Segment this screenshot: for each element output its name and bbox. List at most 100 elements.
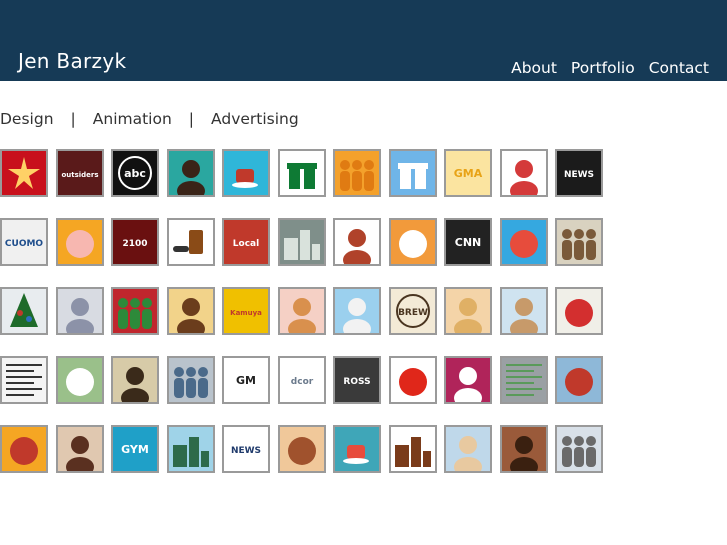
plant-sketch-image: [58, 358, 102, 402]
brewing-label-image: BREW: [391, 289, 435, 333]
pills-image: [169, 220, 213, 264]
cuomo-case-thumb[interactable]: CUOMO: [0, 218, 48, 266]
yoga-image: [335, 289, 379, 333]
woman-phone-thumb[interactable]: [333, 218, 381, 266]
coffee-cup-image: [224, 151, 268, 195]
news-video-thumb[interactable]: NEWS: [555, 149, 603, 197]
news-logo-thumb[interactable]: NEWS: [222, 425, 270, 473]
cnn-logo-thumb[interactable]: CNN: [444, 218, 492, 266]
nav-about[interactable]: About: [511, 59, 557, 77]
blonde-woman-thumb[interactable]: [444, 287, 492, 335]
map-thumb[interactable]: [500, 356, 548, 404]
spaghetti-thumb[interactable]: [0, 425, 48, 473]
afro-woman-thumb[interactable]: [167, 149, 215, 197]
clock-woman-thumb[interactable]: [444, 356, 492, 404]
pills-thumb[interactable]: [167, 218, 215, 266]
newspaper-thumb[interactable]: [0, 356, 48, 404]
orange-figures-image: [335, 151, 379, 195]
cake-slice-image: [391, 427, 435, 471]
svg-text:abc: abc: [124, 167, 146, 180]
svg-text:GM: GM: [236, 374, 256, 387]
cartoon-woman-thumb[interactable]: [278, 287, 326, 335]
cnn-logo-image: CNN: [446, 220, 490, 264]
newspaper-image: [2, 358, 46, 402]
ball-woman-thumb[interactable]: [500, 218, 548, 266]
svg-text:Kamuya: Kamuya: [230, 309, 262, 317]
category-separator: |: [188, 110, 195, 128]
kamuya-thumb[interactable]: Kamuya: [222, 287, 270, 335]
plated-dish-thumb[interactable]: [278, 425, 326, 473]
cuomo-case-image: CUOMO: [2, 220, 46, 264]
family-photo-image: [169, 358, 213, 402]
tomato-thumb[interactable]: [389, 356, 437, 404]
girl-photo-thumb[interactable]: [500, 149, 548, 197]
category-advertising[interactable]: Advertising: [211, 110, 299, 128]
old-portrait-thumb[interactable]: [111, 356, 159, 404]
coat-figure-thumb[interactable]: [555, 425, 603, 473]
airplane-thumb[interactable]: [167, 425, 215, 473]
ross-logo-thumb[interactable]: ROSS: [333, 356, 381, 404]
afro-woman-image: [169, 151, 213, 195]
coffee-cup-thumb[interactable]: [222, 149, 270, 197]
general-motors-thumb[interactable]: GM: [222, 356, 270, 404]
gma-logo-image: GMA: [446, 151, 490, 195]
woman-phone-image: [335, 220, 379, 264]
category-separator: |: [70, 110, 76, 128]
red-star-thumb[interactable]: [0, 149, 48, 197]
site-title[interactable]: Jen Barzyk: [18, 49, 126, 73]
outsiders-thumb[interactable]: outsiders: [56, 149, 104, 197]
clock-woman-image: [446, 358, 490, 402]
city-scene-thumb[interactable]: [278, 218, 326, 266]
map-image: [502, 358, 546, 402]
cocktail-tv-thumb[interactable]: [333, 425, 381, 473]
laughing-woman-thumb[interactable]: [56, 425, 104, 473]
outsiders-image: outsiders: [58, 151, 102, 195]
plant-sketch-thumb[interactable]: [56, 356, 104, 404]
news-anchors-thumb[interactable]: [555, 218, 603, 266]
sketch-man-thumb[interactable]: [56, 287, 104, 335]
svg-text:GMA: GMA: [454, 167, 483, 180]
svg-text:2100: 2100: [122, 239, 147, 249]
woman-portrait-thumb[interactable]: [500, 425, 548, 473]
local-distributor-image: Local: [224, 220, 268, 264]
smiling-woman-thumb[interactable]: [500, 287, 548, 335]
yoga-thumb[interactable]: [333, 287, 381, 335]
abc-logo-thumb[interactable]: abc: [111, 149, 159, 197]
family-photo-thumb[interactable]: [167, 356, 215, 404]
nav-portfolio[interactable]: Portfolio: [571, 59, 635, 77]
nav-contact[interactable]: Contact: [649, 59, 709, 77]
2100-image: 2100: [113, 220, 157, 264]
gift-box-image: [280, 151, 324, 195]
plated-dish-image: [280, 427, 324, 471]
smiling-man-thumb[interactable]: [167, 287, 215, 335]
cartoon-woman-image: [280, 289, 324, 333]
svg-text:NEWS: NEWS: [564, 170, 594, 180]
svg-text:NEWS: NEWS: [231, 446, 261, 456]
brewing-label-thumb[interactable]: BREW: [389, 287, 437, 335]
cake-slice-thumb[interactable]: [389, 425, 437, 473]
2100-thumb[interactable]: 2100: [111, 218, 159, 266]
blue-gift-image: [391, 151, 435, 195]
city-scene-image: [280, 220, 324, 264]
gym-talk-thumb[interactable]: GYM: [111, 425, 159, 473]
red-star-image: [2, 151, 46, 195]
hand-ring-thumb[interactable]: [389, 218, 437, 266]
car-map-thumb[interactable]: [555, 356, 603, 404]
local-distributor-thumb[interactable]: Local: [222, 218, 270, 266]
orange-figures-thumb[interactable]: [333, 149, 381, 197]
ross-logo-image: ROSS: [335, 358, 379, 402]
tv-host-thumb[interactable]: [444, 425, 492, 473]
category-filter: Design | Animation | Advertising: [0, 110, 299, 128]
piggy-bank-thumb[interactable]: [56, 218, 104, 266]
gift-box-thumb[interactable]: [278, 149, 326, 197]
blue-gift-thumb[interactable]: [389, 149, 437, 197]
dcor-logo-thumb[interactable]: dcor: [278, 356, 326, 404]
category-animation[interactable]: Animation: [93, 110, 172, 128]
stockings-thumb[interactable]: [111, 287, 159, 335]
tomato-image: [391, 358, 435, 402]
christmas-tree-thumb[interactable]: [0, 287, 48, 335]
category-design[interactable]: Design: [0, 110, 54, 128]
gma-logo-thumb[interactable]: GMA: [444, 149, 492, 197]
red-circle-woman-thumb[interactable]: [555, 287, 603, 335]
svg-text:GYM: GYM: [121, 443, 149, 456]
